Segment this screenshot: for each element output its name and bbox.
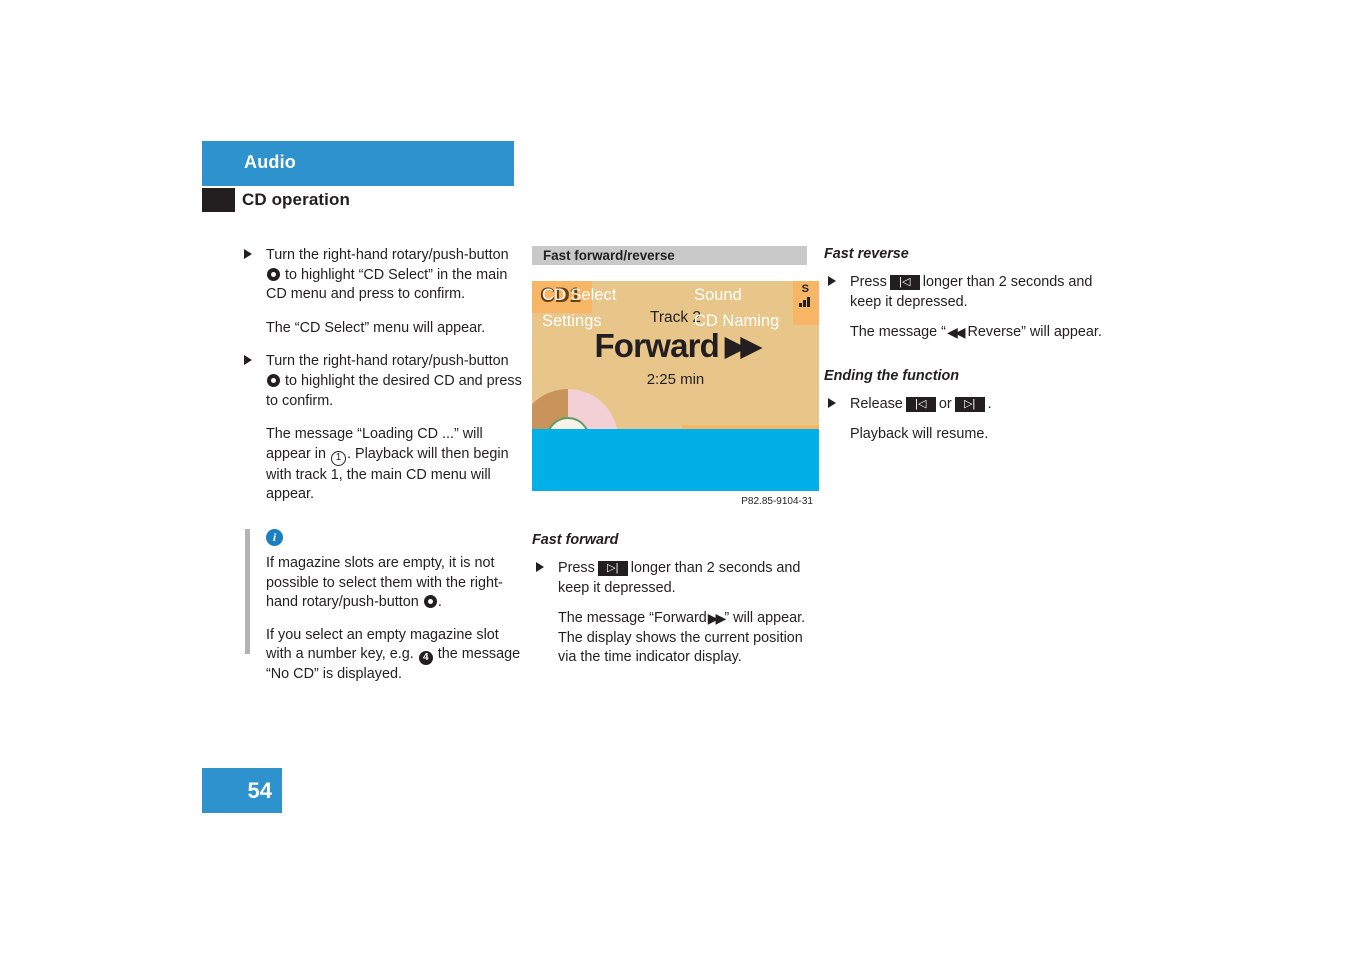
section-heading-fast-forward: Fast forward [532,532,619,548]
page-number: 54 [247,778,272,803]
figure-id-label: P82.85-9104-31 [741,496,813,507]
fast-reverse-arrows-icon: ◀◀ [946,324,965,341]
menu-item-cd-naming[interactable]: CD Naming [694,312,779,331]
chapter-tab-marker [202,188,235,212]
step-2-text-after: to highlight the desired CD and press to… [266,372,522,409]
circled-number-1-icon: 1 [331,450,347,466]
head-unit-screen-graphic: CD1 S Track 2 Forward▶▶ 2:25 min Scan CD… [532,281,819,491]
menu-item-settings[interactable]: Settings [542,312,602,331]
page-title: Audio [244,152,296,172]
screen-status-text: Forward [594,327,720,364]
ending-function-step: Release |◁ or ▷|. [824,395,1114,415]
instruction-step-1: Turn the right-hand rotary/push-button t… [240,246,525,305]
fast-forward-step-text-before: Press [558,560,595,576]
previous-track-key-icon: |◁ [905,396,936,412]
fast-forward-result-text: The message “Forward▶▶” will appear. The… [532,609,807,668]
bullet-arrow-icon [244,249,252,259]
step-2-text-before: Turn the right-hand rotary/push-button [266,353,509,370]
step-1-result-text: The “CD Select” menu will appear. [266,319,486,336]
fast-reverse-step-text-before: Press [850,274,887,290]
fr-result-part-b: Reverse” will appear. [967,324,1102,341]
number-key-4-icon: 4 [418,651,433,666]
ending-step-text-before: Release [850,395,903,412]
menu-item-sound[interactable]: Sound [694,286,742,305]
fast-forward-arrows-icon: ▶▶ [707,610,726,627]
ending-step-text-middle: or [938,395,952,412]
screen-status-message: Forward ▶▶ [532,327,819,365]
info-icon: i [266,528,283,546]
rotary-push-button-icon [267,373,280,387]
bullet-arrow-icon [244,355,252,366]
sound-indicator-letter: S [801,283,809,295]
bullet-arrow-icon [536,562,544,572]
page-header-band: Audio [202,141,514,186]
step-2-result-text: The message “Loading CD ...” will appear… [240,425,525,505]
page-number-box: 54 [202,768,282,813]
ending-function-result-text: Playback will resume. [850,426,989,443]
section-heading-ending-the-function: Ending the function [824,367,960,384]
note-callout: i If magazine slots are empty, it is not… [240,528,525,685]
note-side-rule [245,528,250,654]
fast-forward-step: Press ▷| longer than 2 seconds and keep it… [532,559,807,598]
step-1-text-before: Turn the right-hand rotary/push-button [266,247,509,263]
fr-result-part-a: The message “ [850,324,946,341]
fast-forward-arrows-icon: ▶▶ [725,331,761,361]
next-track-key-icon: ▷| [954,396,985,412]
fast-reverse-step: Press |◁ longer than 2 seconds and keep it… [824,273,1114,312]
ff-result-part-a: The message “Forward [558,610,707,627]
menu-item-cd-select[interactable]: CD Select [542,286,616,305]
right-text-column: Fast reverse Press |◁ longer than 2 second… [824,246,1114,445]
note-1-part-b: . [437,594,442,611]
screen-menu-bar [532,429,819,491]
bullet-arrow-icon [828,397,836,408]
figure-caption-bar: Fast forward/reverse [532,246,807,265]
note-paragraph-1: If magazine slots are empty, it is not p… [266,554,525,613]
page-subtitle: CD operation [242,190,350,209]
time-indicator: 2:25 min [646,371,705,388]
rotary-push-button-icon [267,267,280,281]
middle-column: Fast forward/reverse CD1 S Track 2 Forwa… [532,246,819,668]
rotary-push-button-icon [423,595,437,609]
note-1-part-a: If magazine slots are empty, it is not p… [266,554,503,611]
signal-bars-icon [798,297,814,307]
next-track-key-icon: ▷| [597,561,628,576]
bullet-arrow-icon [828,276,836,286]
note-paragraph-2: If you select an empty magazine slot wit… [266,626,525,685]
fast-reverse-result-text: The message “◀◀ Reverse” will appear. [824,323,1114,343]
ending-step-text-after: . [987,395,992,412]
instruction-step-2: Turn the right-hand rotary/push-button t… [240,352,525,411]
section-heading-fast-reverse: Fast reverse [824,246,909,262]
left-text-column: Turn the right-hand rotary/push-button t… [240,246,525,698]
previous-track-key-icon: |◁ [889,275,920,290]
step-1-text-after: to highlight “CD Select” in the main CD … [266,266,508,303]
